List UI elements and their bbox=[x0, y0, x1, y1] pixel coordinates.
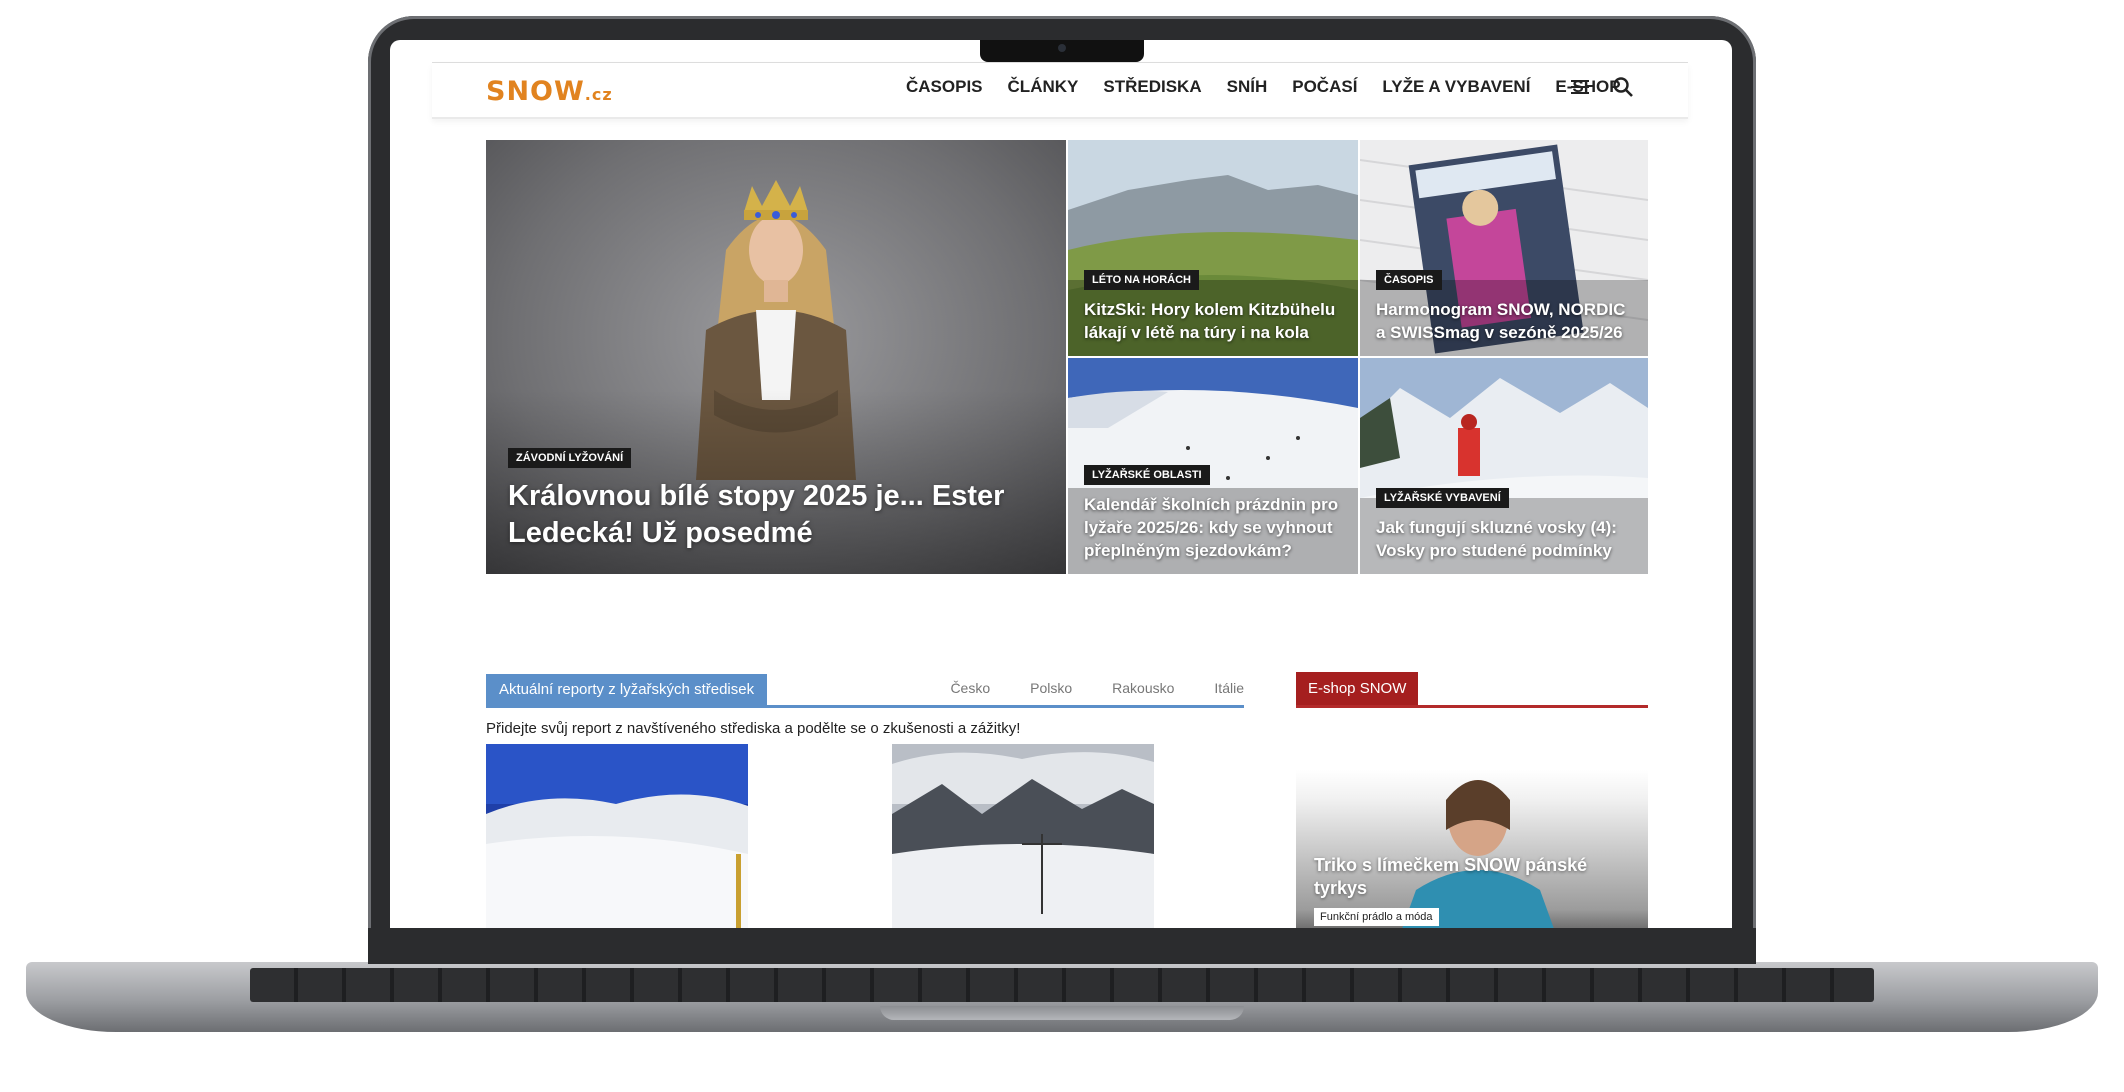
hero-main-text: ZÁVODNÍ LYŽOVÁNÍ Královnou bílé stopy 20… bbox=[508, 448, 1028, 552]
report-image-1[interactable] bbox=[486, 744, 748, 928]
nav-item-strediska[interactable]: STŘEDISKA bbox=[1103, 77, 1201, 97]
nav-item-pocasi[interactable]: POČASÍ bbox=[1292, 77, 1357, 97]
tile-2-title[interactable]: Harmonogram SNOW, NORDIC a SWISSmag v se… bbox=[1376, 298, 1638, 344]
nav-item-snih[interactable]: SNÍH bbox=[1227, 77, 1268, 97]
report-image-2[interactable] bbox=[892, 744, 1154, 928]
hero-tile-2[interactable]: ČASOPIS Harmonogram SNOW, NORDIC a SWISS… bbox=[1360, 140, 1648, 356]
tile-4-title[interactable]: Jak fungují skluzné vosky (4): Vosky pro… bbox=[1376, 516, 1638, 562]
tile-2-tag[interactable]: ČASOPIS bbox=[1376, 270, 1442, 290]
product-text: Triko s límečkem SNOW pánské tyrkys Funk… bbox=[1314, 854, 1614, 926]
product-category[interactable]: Funkční prádlo a móda bbox=[1314, 908, 1439, 926]
reports-note: Přidejte svůj report z navštíveného stře… bbox=[486, 720, 1021, 737]
nav-item-clanky[interactable]: ČLÁNKY bbox=[1008, 77, 1079, 97]
reports-header: Aktuální reporty z lyžařských středisek … bbox=[486, 674, 1244, 708]
eshop-header: E-shop SNOW bbox=[1296, 672, 1648, 708]
eshop-label[interactable]: E-shop SNOW bbox=[1296, 672, 1419, 705]
tab-polsko[interactable]: Polsko bbox=[1030, 680, 1072, 696]
hamburger-icon[interactable] bbox=[1570, 79, 1590, 95]
main-nav: ČASOPIS ČLÁNKY STŘEDISKA SNÍH POČASÍ LYŽ… bbox=[906, 77, 1646, 97]
hero-tile-3[interactable]: LYŽAŘSKÉ OBLASTI Kalendář školních prázd… bbox=[1068, 358, 1358, 574]
reports-label[interactable]: Aktuální reporty z lyžařských středisek bbox=[486, 674, 768, 705]
laptop-bottom-bezel bbox=[368, 928, 1756, 964]
site-logo[interactable]: SNOW.cz bbox=[486, 76, 613, 107]
laptop-trackpad-lip bbox=[880, 1006, 1244, 1020]
laptop-screen: SNOW.cz ČASOPIS ČLÁNKY STŘEDISKA SNÍH PO… bbox=[390, 40, 1732, 928]
logo-tld: .cz bbox=[584, 85, 613, 104]
tile-1-title[interactable]: KitzSki: Hory kolem Kitzbühelu lákají v … bbox=[1084, 298, 1346, 344]
nav-item-casopis[interactable]: ČASOPIS bbox=[906, 77, 983, 97]
tile-1-text: LÉTO NA HORÁCH KitzSki: Hory kolem Kitzb… bbox=[1084, 270, 1346, 344]
nav-item-lyze-a-vybaveni[interactable]: LYŽE A VYBAVENÍ bbox=[1382, 77, 1530, 97]
hero-tile-4[interactable]: LYŽAŘSKÉ VYBAVENÍ Jak fungují skluzné vo… bbox=[1360, 358, 1648, 574]
hero-main-article[interactable]: ZÁVODNÍ LYŽOVÁNÍ Královnou bílé stopy 20… bbox=[486, 140, 1066, 574]
tab-italie[interactable]: Itálie bbox=[1214, 680, 1244, 696]
reports-tabs: Česko Polsko Rakousko Itálie bbox=[910, 680, 1244, 696]
report-2-photo bbox=[892, 744, 1154, 928]
eshop-product-card[interactable]: Triko s límečkem SNOW pánské tyrkys Funk… bbox=[1296, 770, 1648, 928]
tile-3-tag[interactable]: LYŽAŘSKÉ OBLASTI bbox=[1084, 465, 1210, 485]
tile-4-tag[interactable]: LYŽAŘSKÉ VYBAVENÍ bbox=[1376, 488, 1509, 508]
tile-3-text: LYŽAŘSKÉ OBLASTI Kalendář školních prázd… bbox=[1084, 465, 1346, 562]
hero-main-title[interactable]: Královnou bílé stopy 2025 je... Ester Le… bbox=[508, 478, 1028, 552]
tab-rakousko[interactable]: Rakousko bbox=[1112, 680, 1174, 696]
hero-main-tag[interactable]: ZÁVODNÍ LYŽOVÁNÍ bbox=[508, 448, 632, 468]
report-1-photo bbox=[486, 744, 748, 928]
hero-tile-1[interactable]: LÉTO NA HORÁCH KitzSki: Hory kolem Kitzb… bbox=[1068, 140, 1358, 356]
tile-4-text: LYŽAŘSKÉ VYBAVENÍ Jak fungují skluzné vo… bbox=[1376, 488, 1638, 562]
product-title[interactable]: Triko s límečkem SNOW pánské tyrkys bbox=[1314, 854, 1614, 900]
tile-2-text: ČASOPIS Harmonogram SNOW, NORDIC a SWISS… bbox=[1376, 270, 1638, 344]
camera-icon bbox=[1058, 44, 1066, 52]
tile-1-tag[interactable]: LÉTO NA HORÁCH bbox=[1084, 270, 1199, 290]
search-icon[interactable] bbox=[1612, 76, 1634, 98]
logo-text: SNOW bbox=[486, 76, 585, 107]
tab-cesko[interactable]: Česko bbox=[950, 680, 990, 696]
tile-3-title[interactable]: Kalendář školních prázdnin pro lyžaře 20… bbox=[1084, 493, 1346, 562]
laptop-keyboard bbox=[250, 968, 1874, 1002]
